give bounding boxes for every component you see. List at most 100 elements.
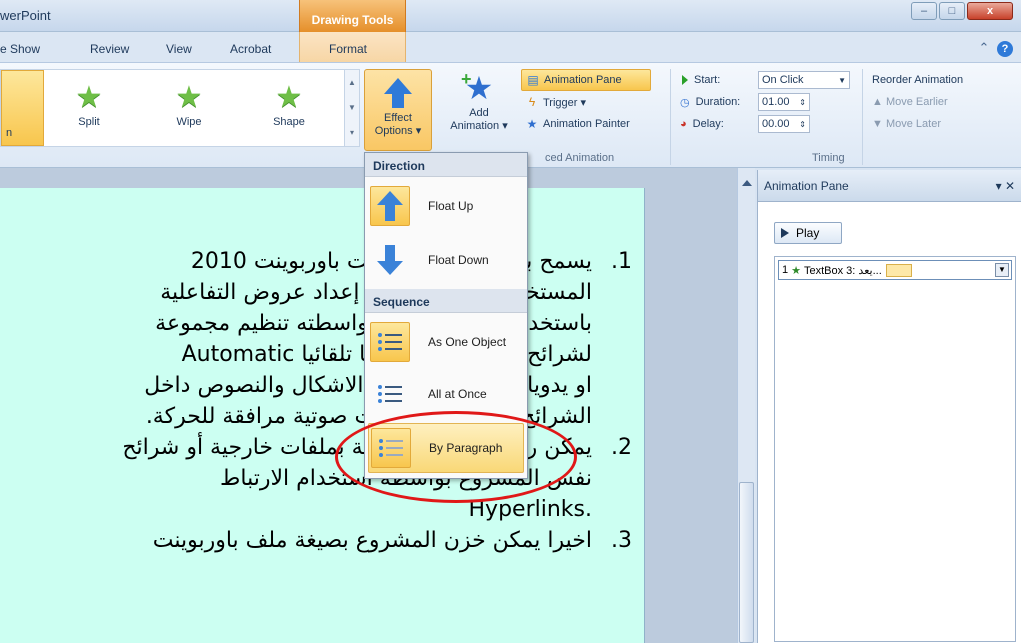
group-separator [862, 69, 863, 165]
animation-painter-label: Animation Painter [543, 118, 630, 130]
help-icon[interactable]: ? [997, 41, 1013, 57]
tab-acrobat[interactable]: Acrobat [230, 42, 271, 56]
move-later-label: Move Later [885, 118, 941, 130]
float-up-option[interactable]: Float Up [368, 181, 524, 231]
window-title: werPoint [0, 8, 51, 23]
animation-star-icon: ★ [791, 264, 801, 277]
all-at-once-list-icon [378, 381, 402, 407]
minimize-ribbon-icon[interactable]: ⌃ [978, 40, 989, 55]
start-row: Start: On Click ▼ [676, 69, 864, 91]
maximize-button[interactable]: □ [939, 2, 965, 20]
play-icon [781, 228, 789, 238]
up-arrow-icon [384, 78, 412, 94]
delay-input[interactable]: 00.00 ⇕ [758, 115, 810, 133]
tab-slide-show[interactable]: e Show [0, 42, 40, 56]
clock-icon: ◷ [680, 96, 690, 109]
tab-format[interactable]: Format [329, 42, 367, 56]
duration-row: ◷ Duration: 01.00 ⇕ [676, 91, 864, 113]
animation-pane-button[interactable]: ▤ Animation Pane [521, 69, 651, 91]
timing-group: Start: On Click ▼ ◷ Duration: 01.00 ⇕ ◕ De… [676, 69, 864, 135]
float-up-label: Float Up [428, 199, 474, 213]
slide-text-line: لشرائح بشكل متعاقب أما تلقائيا Automatic [0, 339, 632, 370]
float-down-option[interactable]: Float Down [368, 235, 524, 285]
animation-item-dropdown-icon[interactable]: ▼ [995, 263, 1009, 277]
gallery-scroll-down-icon[interactable]: ▼ [345, 95, 359, 120]
animation-timeline-bar [885, 263, 912, 277]
start-dropdown[interactable]: On Click ▼ [758, 71, 850, 89]
window-controls: – □ x [911, 2, 1013, 20]
start-play-icon [682, 75, 688, 85]
help-area: ⌃ ? [978, 40, 1013, 57]
animation-split[interactable]: ★ Split [59, 80, 119, 128]
animation-shape[interactable]: ★ Shape [259, 80, 319, 128]
scroll-thumb[interactable] [739, 482, 754, 643]
drawing-tools-context-label: Drawing Tools [299, 0, 406, 32]
animation-gallery: n ★ Split ★ Wipe ★ Shape ▲ ▼ ▾ [0, 69, 360, 147]
effect-options-button[interactable]: Effect Options ▾ [364, 69, 432, 151]
line-text: اخيرا يمكن خزن المشروع بصيغة ملف باوربوي… [152, 528, 592, 553]
add-animation-label-1: Add [469, 107, 489, 119]
list-number: 1. [611, 249, 632, 274]
direction-header: Direction [365, 153, 527, 177]
duration-input[interactable]: 01.00 ⇕ [758, 93, 810, 111]
annotation-circle [335, 411, 577, 503]
advanced-animation-group-label: ced Animation [545, 152, 615, 164]
reorder-animation-group: Reorder Animation ▲ Move Earlier ▼ Move … [866, 69, 996, 135]
pane-menu-icon[interactable]: ▾ [996, 179, 1002, 193]
slide-text-line: باستخدام Slides يمكن بواسطته تنظيم مجموع… [0, 308, 632, 339]
duration-value: 01.00 [762, 96, 790, 108]
move-earlier-button[interactable]: ▲ Move Earlier [866, 91, 996, 113]
pane-close-icon[interactable]: ✕ [1005, 179, 1015, 193]
gallery-more-icon[interactable]: ▾ [345, 120, 359, 145]
slide-text-line: المستخدم بالمشاركة في إعداد عروض التفاعل… [0, 277, 632, 308]
trigger-button[interactable]: ϟ Trigger ▾ [521, 91, 661, 113]
animation-list: 1 ★ TextBox 3: يعد... ▼ [774, 256, 1016, 642]
play-button[interactable]: Play [774, 222, 842, 244]
delay-spinner-icon[interactable]: ⇕ [799, 120, 806, 129]
float-down-label: Float Down [428, 253, 489, 267]
slide-text-line: او يدويا Manual وتنظيم الاشكال والنصوص د… [0, 370, 632, 401]
plus-icon: + [461, 69, 472, 89]
gallery-scroll-up-icon[interactable]: ▲ [345, 70, 359, 95]
advanced-animation-group: ▤ Animation Pane ϟ Trigger ▾ ★ Animation… [521, 69, 661, 135]
effect-options-label-1: Effect [384, 112, 412, 124]
float-down-arrow-icon [377, 245, 403, 275]
slide-canvas[interactable]: 1.يسمح برنامج مايكروسوفت باوربوينت 2010ا… [0, 188, 645, 643]
duration-label: Duration: [695, 96, 741, 108]
add-animation-button[interactable]: + ★ Add Animation ▾ [441, 69, 517, 151]
delay-value: 00.00 [762, 118, 790, 130]
animation-pane: Animation Pane ▾ ✕ Play 1 ★ TextBox 3: ي… [757, 170, 1021, 643]
as-one-object-option[interactable]: As One Object [368, 317, 524, 367]
effect-options-label-2: Options ▾ [374, 125, 422, 137]
delay-label: Delay: [692, 118, 724, 130]
animation-wipe[interactable]: ★ Wipe [159, 80, 219, 128]
add-animation-label-2: Animation ▾ [450, 120, 508, 132]
gallery-item-label: n [6, 127, 13, 139]
slide-text-line: 3. اخيرا يمكن خزن المشروع بصيغة ملف باورب… [0, 525, 632, 556]
triangle-up-icon: ▲ [872, 96, 886, 108]
float-up-arrow-icon [377, 191, 403, 221]
chevron-down-icon: ▼ [838, 75, 846, 85]
up-arrow-stem [392, 94, 404, 108]
tab-view[interactable]: View [166, 42, 192, 56]
move-later-button[interactable]: ▼ Move Later [866, 113, 996, 135]
animation-painter-button[interactable]: ★ Animation Painter [521, 113, 661, 135]
start-label: Start: [694, 74, 721, 86]
minimize-button[interactable]: – [911, 2, 937, 20]
slide-scrollbar[interactable] [737, 168, 755, 643]
scroll-up-icon[interactable] [742, 180, 752, 186]
animation-pane-title: Animation Pane [764, 178, 849, 193]
all-at-once-label: All at Once [428, 387, 487, 401]
delay-clock-icon: ◕ [680, 118, 687, 130]
gallery-scrollbar[interactable]: ▲ ▼ ▾ [344, 70, 359, 146]
ribbon-tabs [0, 32, 1021, 62]
tab-review[interactable]: Review [90, 42, 129, 56]
close-button[interactable]: x [967, 2, 1013, 20]
slide-text-box[interactable]: 1.يسمح برنامج مايكروسوفت باوربوينت 2010ا… [0, 246, 632, 556]
pane-controls: ▾ ✕ [996, 179, 1015, 193]
start-value: On Click [762, 74, 804, 86]
animation-list-item[interactable]: 1 ★ TextBox 3: يعد... ▼ [778, 260, 1012, 280]
gallery-item-selected[interactable]: n [1, 70, 44, 146]
animation-label: TextBox 3: يعد... [804, 264, 882, 277]
spinner-icon[interactable]: ⇕ [799, 98, 806, 107]
